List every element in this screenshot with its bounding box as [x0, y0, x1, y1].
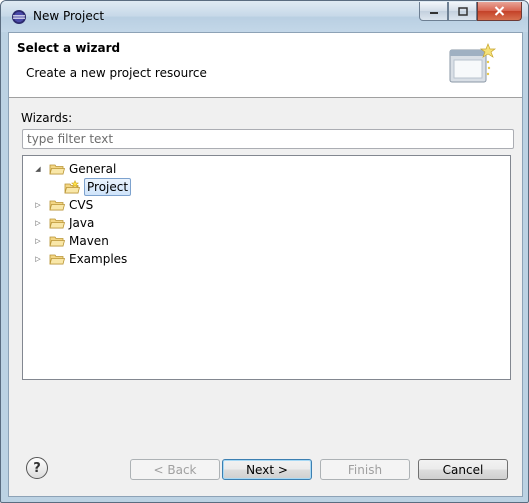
folder-open-icon: [49, 164, 65, 175]
collapsed-arrow-icon[interactable]: ▷: [33, 250, 43, 268]
new-project-icon: [64, 180, 80, 194]
help-button[interactable]: ?: [26, 457, 48, 479]
tree-item-label: Maven: [69, 234, 109, 248]
new-project-window: New Project Select a wizard Create a new…: [0, 0, 529, 503]
tree-item-label: Examples: [69, 252, 128, 266]
title-bar[interactable]: New Project: [1, 1, 528, 32]
back-button[interactable]: < Back: [130, 459, 220, 480]
maximize-icon: [457, 6, 468, 16]
tree-item-project[interactable]: Project: [52, 178, 132, 196]
minimize-button[interactable]: [419, 2, 448, 21]
header-description: Create a new project resource: [26, 66, 207, 80]
tree-item-label: Java: [69, 216, 95, 230]
maximize-button[interactable]: [448, 2, 477, 21]
collapsed-arrow-icon[interactable]: ▷: [33, 214, 43, 232]
tree-item-label: CVS: [69, 198, 94, 212]
folder-icon: [49, 236, 65, 247]
minimize-icon: [429, 12, 438, 14]
finish-button[interactable]: Finish: [320, 459, 410, 480]
next-button[interactable]: Next >: [222, 459, 312, 480]
collapsed-arrow-icon[interactable]: ▷: [33, 232, 43, 250]
header-title: Select a wizard: [17, 41, 121, 55]
wizards-label: Wizards:: [21, 111, 73, 125]
wizard-banner-icon: [449, 43, 497, 83]
expanded-arrow-icon[interactable]: ◢: [33, 160, 43, 178]
caption-buttons: [419, 2, 522, 21]
tree-item-cvs[interactable]: ▷ CVS: [33, 196, 93, 214]
help-icon: ?: [33, 460, 41, 476]
eclipse-icon: [12, 10, 26, 24]
folder-icon: [49, 218, 65, 229]
folder-icon: [49, 254, 65, 265]
tree-item-java[interactable]: ▷ Java: [33, 214, 94, 232]
filter-field[interactable]: [22, 129, 514, 149]
dialog-client-area: Select a wizard Create a new project res…: [8, 32, 523, 497]
wizard-header: Select a wizard Create a new project res…: [9, 33, 522, 98]
close-button[interactable]: [477, 2, 522, 21]
cancel-button[interactable]: Cancel: [418, 459, 508, 480]
tree-item-examples[interactable]: ▷ Examples: [33, 250, 127, 268]
filter-input[interactable]: [27, 130, 513, 148]
tree-item-maven[interactable]: ▷ Maven: [33, 232, 109, 250]
tree-item-label: Project: [84, 178, 132, 196]
close-icon: [494, 6, 505, 16]
tree-item-general[interactable]: ◢ General: [33, 160, 116, 178]
window-title: New Project: [33, 9, 105, 23]
folder-icon: [49, 200, 65, 211]
wizard-tree[interactable]: ◢ General Project ▷ CVS ▷ Java ▷ Maven ▷…: [22, 155, 511, 380]
tree-item-label: General: [69, 162, 117, 176]
collapsed-arrow-icon[interactable]: ▷: [33, 196, 43, 214]
